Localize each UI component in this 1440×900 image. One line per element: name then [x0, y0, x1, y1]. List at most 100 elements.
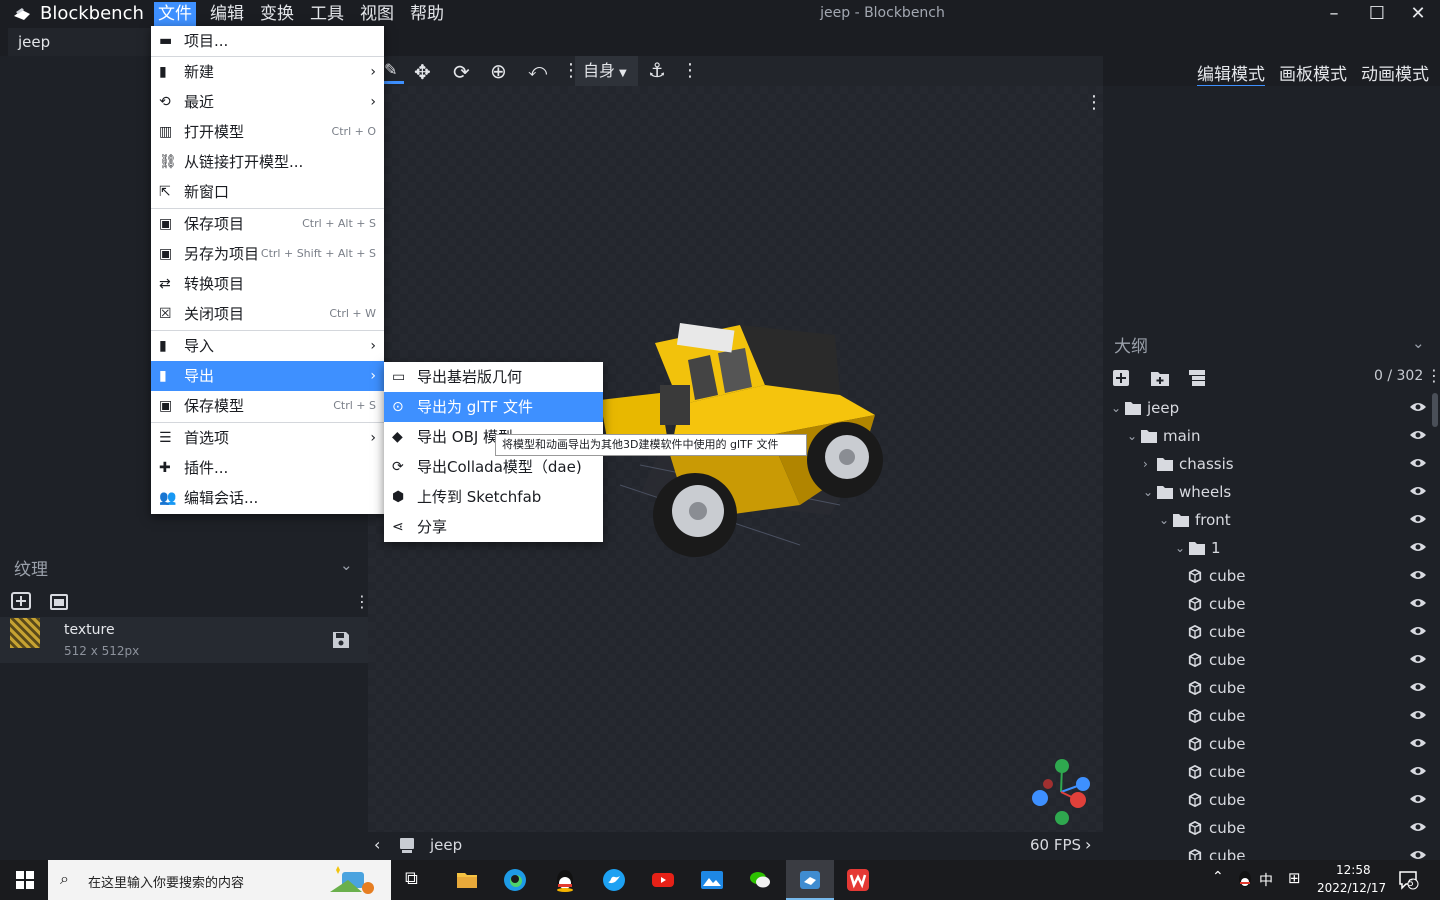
outliner-row[interactable]: cube [1103, 758, 1433, 786]
visibility-eye-icon[interactable] [1409, 569, 1427, 581]
file-menu-item-open-from-link[interactable]: ⛓ 从链接打开模型... [151, 147, 384, 177]
outliner-row[interactable]: cube [1103, 730, 1433, 758]
more-vertical-icon[interactable]: ⋮ [1426, 366, 1440, 385]
outliner-row[interactable]: cube [1103, 674, 1433, 702]
outliner-row[interactable]: ⌄ 1 [1103, 534, 1433, 562]
chevron-up-icon[interactable]: ⌃ [1212, 869, 1224, 885]
visibility-eye-icon[interactable] [1409, 513, 1427, 525]
rotate-tool-icon[interactable]: ⟳ [453, 60, 470, 84]
outliner-row[interactable]: ⌄ front [1103, 506, 1433, 534]
visibility-eye-icon[interactable] [1409, 625, 1427, 637]
chevron-right-icon[interactable]: › [1143, 450, 1148, 478]
chevron-right-icon[interactable]: › [1085, 835, 1091, 854]
texture-item[interactable] [0, 617, 368, 663]
file-menu-item-recent[interactable]: ⟲ 最近 › [151, 87, 384, 117]
maximize-icon[interactable]: ☐ [1357, 2, 1397, 26]
windows-start-icon[interactable] [16, 871, 34, 889]
outliner-row[interactable]: cube [1103, 562, 1433, 590]
chevron-down-icon[interactable]: ⌄ [1175, 534, 1185, 562]
close-icon[interactable]: ✕ [1398, 2, 1438, 26]
outliner-row[interactable]: cube [1103, 618, 1433, 646]
add-group-icon[interactable] [1150, 369, 1170, 387]
ime-indicator[interactable]: 中 [1259, 870, 1273, 890]
export-menu-item-export-gltf[interactable]: ⊙ 导出为 glTF 文件 [384, 392, 603, 422]
visibility-eye-icon[interactable] [1409, 457, 1427, 469]
outliner-row[interactable]: cube [1103, 646, 1433, 674]
task-view-icon[interactable]: ⧉ [405, 868, 429, 892]
outliner-row[interactable]: cube [1103, 786, 1433, 814]
export-menu-item-export-bedrock-geometry[interactable]: ▭ 导出基岩版几何 [384, 362, 603, 392]
qq-tray-icon[interactable] [1236, 870, 1254, 890]
export-menu-item-share[interactable]: ⋖ 分享 [384, 512, 603, 542]
file-menu-item-new-window[interactable]: ⇱ 新窗口 [151, 177, 384, 207]
chevron-down-icon[interactable]: ⌄ [1412, 334, 1425, 352]
visibility-eye-icon[interactable] [1409, 541, 1427, 553]
chevron-down-icon[interactable]: ⌄ [1111, 394, 1121, 422]
qq-icon[interactable] [553, 868, 577, 892]
file-menu-item-close-project[interactable]: ☒ 关闭项目 Ctrl + W [151, 299, 384, 329]
file-menu-item-new[interactable]: ▮ 新建 › [151, 57, 384, 87]
visibility-eye-icon[interactable] [1409, 681, 1427, 693]
mode-animate[interactable]: 动画模式 [1361, 60, 1429, 85]
outliner-row[interactable]: cube [1103, 814, 1433, 842]
file-menu-item-preferences[interactable]: ☰ 首选项 › [151, 423, 384, 453]
visibility-eye-icon[interactable] [1409, 597, 1427, 609]
chevron-down-icon[interactable]: ⌄ [1143, 478, 1153, 506]
twitter-client-icon[interactable] [602, 868, 626, 892]
export-menu-item-export-collada[interactable]: ⟳ 导出Collada模型（dae) [384, 452, 603, 482]
outliner-row[interactable]: cube [1103, 842, 1433, 860]
move-tool-icon[interactable]: ✥ [414, 60, 431, 84]
axis-gizmo[interactable] [1028, 756, 1094, 828]
visibility-eye-icon[interactable] [1409, 429, 1427, 441]
clock-time[interactable]: 12:58 [1336, 863, 1371, 877]
outliner-row[interactable]: cube [1103, 702, 1433, 730]
photos-app-icon[interactable] [700, 868, 724, 892]
minimize-icon[interactable]: – [1314, 2, 1354, 26]
visibility-eye-icon[interactable] [1409, 821, 1427, 833]
anchor-icon[interactable]: ⚓ [648, 58, 666, 82]
visibility-eye-icon[interactable] [1409, 849, 1427, 860]
clock-date[interactable]: 2022/12/17 [1317, 881, 1386, 895]
file-menu-item-save-project[interactable]: ▣ 保存项目 Ctrl + Alt + S [151, 209, 384, 239]
file-menu-item-convert-project[interactable]: ⇄ 转换项目 [151, 269, 384, 299]
outliner-row[interactable]: cube [1103, 590, 1433, 618]
file-menu-item-edit-session[interactable]: 👥 编辑会话... [151, 483, 384, 513]
add-texture-icon[interactable] [11, 592, 31, 610]
file-menu-item-project[interactable]: ▬ 项目... [151, 26, 384, 56]
undo-transform-icon[interactable]: ⤺ [528, 60, 547, 81]
transform-space-dropdown[interactable]: 自身 ▼ [575, 56, 638, 86]
mode-paint[interactable]: 画板模式 [1279, 60, 1347, 85]
wechat-icon[interactable] [748, 868, 772, 892]
outliner-row[interactable]: › chassis [1103, 450, 1433, 478]
outliner-row[interactable]: ⌄ wheels [1103, 478, 1433, 506]
collapse-all-icon[interactable] [1188, 369, 1206, 387]
visibility-eye-icon[interactable] [1409, 401, 1427, 413]
file-menu-item-export[interactable]: ▮ 导出 › [151, 361, 384, 391]
more-vertical-icon[interactable]: ⋮ [681, 60, 699, 81]
visibility-eye-icon[interactable] [1409, 793, 1427, 805]
chevron-down-icon[interactable]: ⌄ [340, 556, 353, 574]
file-menu-item-save-model[interactable]: ▣ 保存模型 Ctrl + S [151, 391, 384, 421]
chevron-left-icon[interactable]: ‹ [374, 835, 380, 854]
more-vertical-icon[interactable]: ⋮ [1085, 92, 1103, 113]
youtube-icon[interactable] [651, 868, 675, 892]
visibility-eye-icon[interactable] [1409, 709, 1427, 721]
file-menu-item-plugins[interactable]: ✚ 插件... [151, 453, 384, 483]
tab-jeep[interactable]: jeep [8, 28, 151, 56]
import-texture-icon[interactable] [50, 594, 68, 610]
keyboard-layout-icon[interactable]: ⊞ [1288, 869, 1301, 887]
chevron-down-icon[interactable]: ⌄ [1127, 422, 1137, 450]
file-explorer-icon[interactable] [455, 868, 479, 892]
export-menu-item-upload-sketchfab[interactable]: ⬢ 上传到 Sketchfab [384, 482, 603, 512]
brush-tool-icon[interactable]: ✎ [384, 60, 404, 84]
wps-office-icon[interactable] [846, 868, 870, 892]
visibility-eye-icon[interactable] [1409, 765, 1427, 777]
outliner-row[interactable]: ⌄ jeep [1103, 394, 1433, 422]
save-icon[interactable] [332, 631, 350, 649]
pivot-tool-icon[interactable]: ⊕ [490, 59, 507, 83]
visibility-eye-icon[interactable] [1409, 737, 1427, 749]
file-menu-item-open-model[interactable]: ▥ 打开模型 Ctrl + O [151, 117, 384, 147]
visibility-eye-icon[interactable] [1409, 653, 1427, 665]
visibility-eye-icon[interactable] [1409, 485, 1427, 497]
file-menu-item-save-project-as[interactable]: ▣ 另存为项目 Ctrl + Shift + Alt + S [151, 239, 384, 269]
